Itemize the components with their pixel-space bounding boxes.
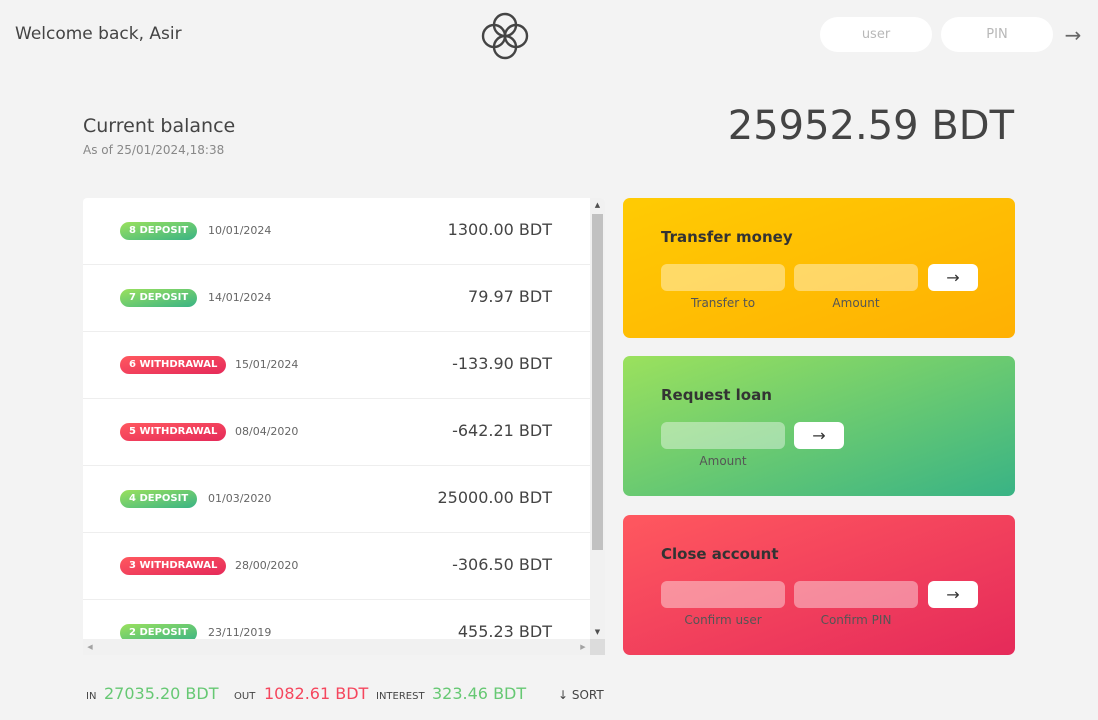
transfer-amount-label: Amount [832, 296, 880, 310]
summary-in-value: 27035.20 BDT [104, 684, 219, 703]
movement-row: 7 DEPOSIT 14/01/2024 79.97 BDT [83, 265, 590, 332]
movement-value: 455.23 BDT [457, 622, 552, 639]
scroll-left-icon[interactable]: ◀ [83, 639, 97, 655]
movement-value: 79.97 BDT [468, 287, 552, 306]
top-nav: Welcome back, Asir → [0, 0, 1098, 72]
movement-value: -306.50 BDT [452, 555, 552, 574]
movement-type-badge: 5 WITHDRAWAL [120, 423, 227, 441]
scrollbar-corner [590, 639, 605, 655]
transfer-amount-input[interactable] [794, 264, 918, 291]
horizontal-scrollbar[interactable]: ◀ ▶ [83, 639, 590, 655]
close-pin-label: Confirm PIN [820, 613, 892, 627]
close-account-card: Close account → Confirm user Confirm PIN [623, 515, 1015, 655]
balance-label: Current balance [83, 115, 236, 137]
welcome-message: Welcome back, Asir [15, 24, 182, 44]
movement-type-badge: 7 DEPOSIT [120, 289, 198, 307]
movements-rows: 8 DEPOSIT 10/01/2024 1300.00 BDT 7 DEPOSIT 1… [83, 198, 590, 639]
summary-bar: In 27035.20 BDT Out 1082.61 BDT Interest… [86, 684, 626, 708]
login-pin-input[interactable] [941, 17, 1053, 52]
close-pin-input[interactable] [794, 581, 918, 608]
movement-date: 15/01/2024 [235, 358, 299, 371]
loan-button[interactable]: → [794, 422, 844, 449]
logo-icon [481, 12, 529, 60]
movement-date: 01/03/2020 [208, 492, 272, 505]
movement-row: 2 DEPOSIT 23/11/2019 455.23 BDT [83, 600, 590, 639]
movement-row: 5 WITHDRAWAL 08/04/2020 -642.21 BDT [83, 399, 590, 466]
loan-amount-input[interactable] [661, 422, 785, 449]
movement-date: 28/00/2020 [235, 559, 299, 572]
movement-date: 08/04/2020 [235, 425, 299, 438]
movement-date: 14/01/2024 [208, 291, 272, 304]
balance-value: 25952.59 BDT [727, 103, 1014, 149]
movement-date: 23/11/2019 [208, 626, 272, 639]
close-user-input[interactable] [661, 581, 785, 608]
close-user-label: Confirm user [684, 613, 762, 627]
movement-value: 1300.00 BDT [447, 220, 552, 239]
scrollbar-thumb[interactable] [592, 214, 603, 550]
loan-amount-label: Amount [699, 454, 747, 468]
summary-out-label: Out [234, 691, 256, 702]
movement-type-badge: 3 WITHDRAWAL [120, 557, 227, 575]
transfer-to-label: Transfer to [690, 296, 756, 310]
movement-type-badge: 8 DEPOSIT [120, 222, 198, 240]
transfer-button[interactable]: → [928, 264, 978, 291]
movement-row: 4 DEPOSIT 01/03/2020 25000.00 BDT [83, 466, 590, 533]
arrow-right-icon: → [946, 585, 960, 604]
login-button[interactable]: → [1058, 22, 1088, 48]
movement-type-badge: 6 WITHDRAWAL [120, 356, 227, 374]
sort-button[interactable]: ↓ SORT [558, 688, 604, 702]
movement-value: -133.90 BDT [452, 354, 552, 373]
movement-row: 3 WITHDRAWAL 28/00/2020 -306.50 BDT [83, 533, 590, 600]
vertical-scrollbar[interactable]: ▲ ▼ [590, 198, 605, 639]
arrow-right-icon: → [1064, 23, 1082, 47]
scroll-right-icon[interactable]: ▶ [576, 639, 590, 655]
movement-value: -642.21 BDT [452, 421, 552, 440]
movement-type-badge: 2 DEPOSIT [120, 624, 198, 639]
arrow-right-icon: → [946, 268, 960, 287]
movement-row: 6 WITHDRAWAL 15/01/2024 -133.90 BDT [83, 332, 590, 399]
summary-interest-value: 323.46 BDT [432, 684, 527, 703]
transfer-title: Transfer money [661, 228, 793, 246]
close-button[interactable]: → [928, 581, 978, 608]
summary-interest-label: Interest [376, 691, 425, 702]
scroll-up-icon[interactable]: ▲ [590, 198, 605, 212]
transfer-card: Transfer money → Transfer to Amount [623, 198, 1015, 338]
scroll-down-icon[interactable]: ▼ [590, 625, 605, 639]
login-user-input[interactable] [820, 17, 932, 52]
balance-date: As of 25/01/2024,18:38 [83, 143, 225, 157]
movement-row: 8 DEPOSIT 10/01/2024 1300.00 BDT [83, 198, 590, 265]
transfer-to-input[interactable] [661, 264, 785, 291]
movement-type-badge: 4 DEPOSIT [120, 490, 198, 508]
arrow-right-icon: → [812, 426, 826, 445]
summary-out-value: 1082.61 BDT [264, 684, 369, 703]
movement-value: 25000.00 BDT [437, 488, 553, 507]
loan-card: Request loan → Amount [623, 356, 1015, 496]
movements-list[interactable]: 8 DEPOSIT 10/01/2024 1300.00 BDT 7 DEPOSIT 1… [83, 198, 605, 655]
movement-date: 10/01/2024 [208, 224, 272, 237]
close-title: Close account [661, 545, 779, 563]
summary-in-label: In [86, 691, 97, 702]
loan-title: Request loan [661, 386, 772, 404]
